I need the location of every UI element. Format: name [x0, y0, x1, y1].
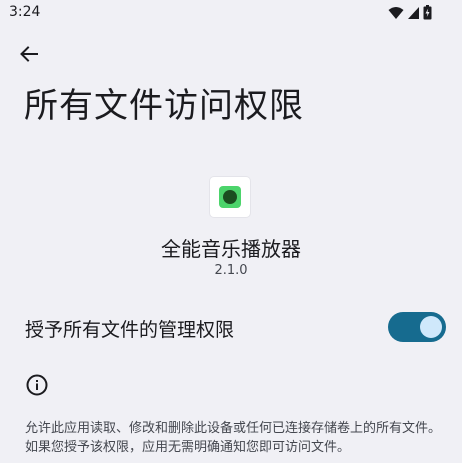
status-time: 3:24: [9, 4, 41, 20]
status-bar: 3:24: [0, 0, 462, 26]
permission-toggle[interactable]: [388, 312, 446, 342]
page-title: 所有文件访问权限: [24, 86, 304, 126]
app-icon-glyph: [219, 186, 241, 208]
status-icons: [388, 5, 432, 24]
wifi-icon: [388, 5, 404, 24]
app-name: 全能音乐播放器: [161, 237, 301, 261]
signal-icon: [407, 5, 420, 24]
app-version: 2.1.0: [214, 263, 248, 278]
screen: 3:24 所有文件访问权限 全能音乐播放器 2.1.0 授予所有文件的管理权限 …: [0, 0, 462, 463]
permission-description: 允许此应用读取、修改和删除此设备或任何已连接存储卷上的所有文件。如果您授予该权限…: [25, 421, 442, 455]
battery-icon: [423, 5, 432, 24]
arrow-back-icon: [20, 46, 38, 62]
permission-label: 授予所有文件的管理权限: [25, 319, 235, 341]
toggle-thumb: [420, 316, 442, 338]
permission-row[interactable]: 授予所有文件的管理权限: [0, 303, 462, 349]
back-button[interactable]: [14, 39, 44, 69]
app-icon: [210, 177, 250, 217]
info-icon: [26, 374, 48, 396]
